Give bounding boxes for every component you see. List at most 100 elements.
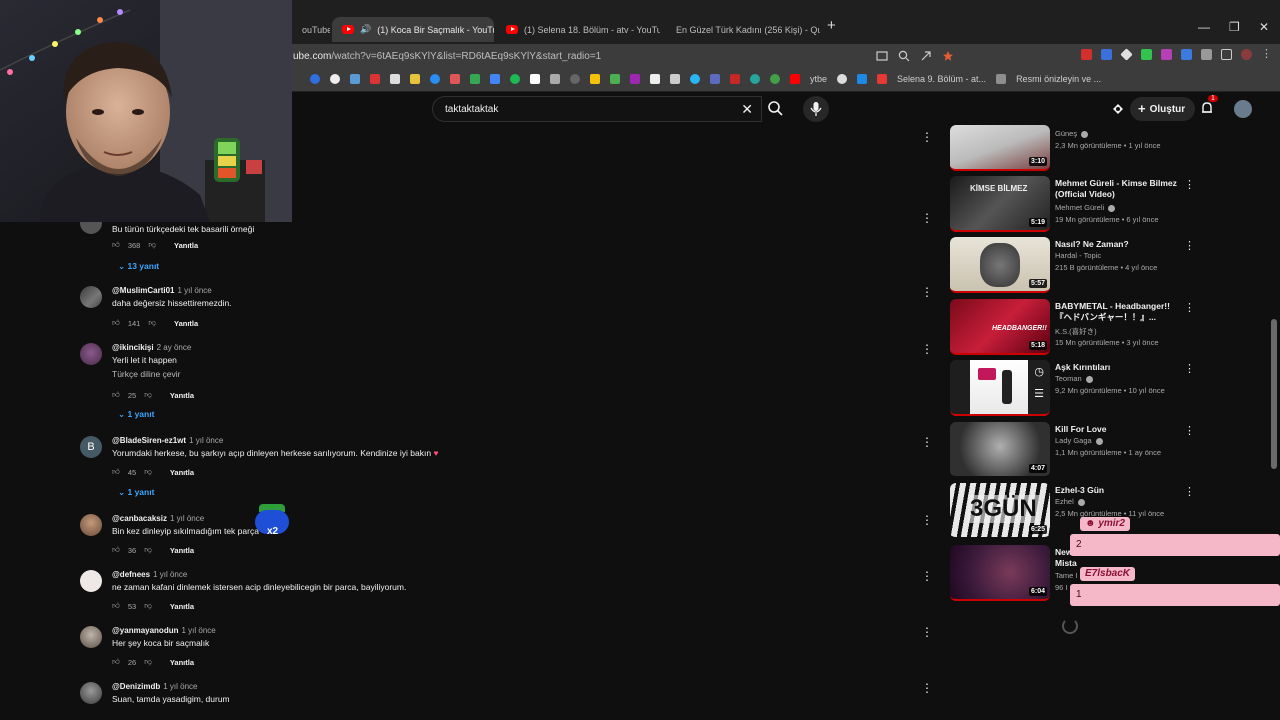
like-icon[interactable]: 👍︎ (112, 318, 120, 328)
comment-menu-icon[interactable]: ⋮ (921, 626, 933, 638)
video-thumbnail[interactable]: 3:10 (950, 125, 1050, 171)
related-video-item[interactable]: ◷ ☰ Aşk Kırıntıları Teoman 9,2 Mn görünt… (950, 360, 1195, 416)
video-title[interactable]: Nasıl? Ne Zaman? (1055, 239, 1185, 250)
bookmark-icon[interactable] (570, 74, 580, 84)
dislike-icon[interactable]: 👎︎ (148, 240, 156, 250)
bookmark-icon[interactable] (750, 74, 760, 84)
view-replies-button[interactable]: ⌄ 13 yanıt (118, 261, 159, 272)
account-avatar[interactable] (1234, 100, 1252, 118)
comment-avatar[interactable] (80, 514, 102, 536)
bookmark-icon[interactable] (996, 74, 1007, 84)
video-menu-icon[interactable]: ⋮ (1184, 301, 1195, 314)
tab-selena[interactable]: (1) Selena 18. Bölüm - atv - YouTube (496, 17, 660, 42)
dislike-icon[interactable]: 👎︎ (144, 601, 152, 611)
extension-purple-icon[interactable] (1161, 49, 1172, 60)
video-channel[interactable]: Teoman (1055, 374, 1093, 383)
dislike-icon[interactable]: 👎︎ (148, 318, 156, 328)
video-channel[interactable]: K.S.(喜好き) (1055, 326, 1097, 337)
bookmark-label[interactable]: Selena 9. Bölüm - at... (897, 74, 986, 84)
bookmark-icon[interactable] (410, 74, 420, 84)
video-channel[interactable]: Güneş (1055, 129, 1089, 138)
maximize-window-icon[interactable]: ❐ (1229, 20, 1240, 34)
video-channel[interactable]: Ezhel (1055, 497, 1085, 506)
video-channel[interactable]: Hardal - Topic (1055, 251, 1101, 260)
tab-youtube[interactable]: ouTube (292, 17, 330, 42)
search-button[interactable] (762, 96, 790, 122)
like-icon[interactable]: 👍︎ (112, 545, 120, 555)
minimize-window-icon[interactable]: — (1198, 20, 1210, 34)
sidepanel-icon[interactable] (1221, 49, 1232, 60)
bookmark-icon[interactable] (330, 74, 340, 84)
comment-avatar[interactable] (80, 343, 102, 365)
bookmark-icon[interactable] (310, 74, 320, 84)
comment-menu-icon[interactable]: ⋮ (921, 436, 933, 448)
reply-button[interactable]: Yanıtla (174, 319, 198, 328)
comment-author[interactable]: @yanmayanodun 1 yıl önce (112, 626, 216, 635)
bookmark-icon[interactable] (550, 74, 560, 84)
watch-later-icon[interactable]: ◷ (1034, 365, 1044, 378)
bookmark-icon[interactable] (670, 74, 680, 84)
video-channel[interactable]: Lady Gaga (1055, 436, 1103, 445)
comment-author[interactable]: @ikincikişi 2 ay önce (112, 343, 191, 352)
video-thumbnail[interactable]: 4:07 (950, 422, 1050, 478)
bookmark-icon[interactable] (470, 74, 480, 84)
bookmark-icon[interactable] (690, 74, 700, 84)
video-title[interactable]: Aşk Kırıntıları (1055, 362, 1185, 373)
dislike-icon[interactable]: 👎︎ (144, 657, 152, 667)
bookmark-icon[interactable] (430, 74, 440, 84)
create-button[interactable]: + Oluştur (1130, 97, 1196, 121)
bookmark-icon[interactable] (390, 74, 400, 84)
related-video-item[interactable]: KİMSE BİLMEZ 5:19 Mehmet Güreli - Kimse … (950, 176, 1195, 232)
dislike-icon[interactable]: 👎︎ (144, 545, 152, 555)
related-video-item[interactable]: 3:10 Güneş 2,3 Mn görüntüleme • 1 yıl ön… (950, 125, 1195, 171)
view-replies-button[interactable]: ⌄ 1 yanıt (118, 487, 154, 498)
video-channel[interactable]: Tame I (1055, 571, 1078, 580)
video-thumbnail[interactable]: 5:57 (950, 237, 1050, 293)
like-icon[interactable]: 👍︎ (112, 657, 120, 667)
view-replies-button[interactable]: ⌄ 1 yanıt (118, 409, 154, 420)
tab-quiz[interactable]: En Güzel Türk Kadını (256 Kişi) - Quiz (660, 17, 820, 42)
bookmark-label[interactable]: ytbe (810, 74, 827, 84)
reply-button[interactable]: Yanıtla (170, 602, 194, 611)
video-title[interactable]: Ezhel-3 Gün (1055, 485, 1185, 496)
bookmark-icon[interactable] (630, 74, 640, 84)
related-video-item[interactable]: 4:07 Kill For Love Lady Gaga 1,1 Mn görü… (950, 422, 1195, 478)
comment-menu-icon[interactable]: ⋮ (921, 212, 933, 224)
like-icon[interactable]: 👍︎ (112, 240, 120, 250)
zoom-icon[interactable] (898, 50, 910, 62)
comment-author[interactable]: @BladeSiren-ez1wt 1 yıl önce (112, 436, 223, 445)
comment-menu-icon[interactable]: ⋮ (921, 286, 933, 298)
video-menu-icon[interactable]: ⋮ (1184, 178, 1195, 191)
bookmark-icon[interactable] (837, 74, 848, 84)
yt-cast-icon[interactable] (1110, 101, 1126, 117)
comment-menu-icon[interactable]: ⋮ (921, 682, 933, 694)
voice-search-button[interactable] (803, 96, 829, 122)
bookmark-icon[interactable] (350, 74, 360, 84)
page-scrollbar[interactable] (1268, 93, 1280, 720)
bookmark-icon[interactable] (650, 74, 660, 84)
video-menu-icon[interactable]: ⋮ (1184, 424, 1195, 437)
bookmark-icon[interactable] (770, 74, 780, 84)
extension-blue-icon[interactable] (1181, 49, 1192, 60)
comment-menu-icon[interactable]: ⋮ (921, 343, 933, 355)
bookmark-icon[interactable] (610, 74, 620, 84)
bookmark-icon[interactable] (370, 74, 380, 84)
video-thumbnail[interactable]: 6:04 (950, 545, 1050, 601)
bookmark-icon[interactable] (510, 74, 520, 84)
comment-avatar[interactable] (80, 682, 102, 704)
related-video-item[interactable]: HEADBANGER!! 5:18 BABYMETAL - Headbanger… (950, 299, 1195, 355)
reply-button[interactable]: Yanıtla (170, 391, 194, 400)
video-channel[interactable]: Mehmet Güreli (1055, 203, 1116, 212)
video-title[interactable]: Mehmet Güreli - Kimse Bilmez (Official V… (1055, 178, 1185, 200)
dislike-icon[interactable]: 👎︎ (144, 390, 152, 400)
clear-search-icon[interactable]: ✕ (741, 101, 753, 118)
close-window-icon[interactable]: ✕ (1259, 20, 1269, 34)
bookmark-star-icon[interactable] (942, 50, 954, 62)
install-app-icon[interactable] (876, 50, 888, 62)
bookmark-icon[interactable] (490, 74, 500, 84)
video-menu-icon[interactable]: ⋮ (1184, 485, 1195, 498)
new-tab-button[interactable]: + (827, 17, 836, 34)
video-menu-icon[interactable]: ⋮ (1184, 239, 1195, 252)
video-thumbnail[interactable]: HEADBANGER!! 5:18 (950, 299, 1050, 355)
comment-author[interactable]: @MuslimCarti01 1 yıl önce (112, 286, 212, 295)
